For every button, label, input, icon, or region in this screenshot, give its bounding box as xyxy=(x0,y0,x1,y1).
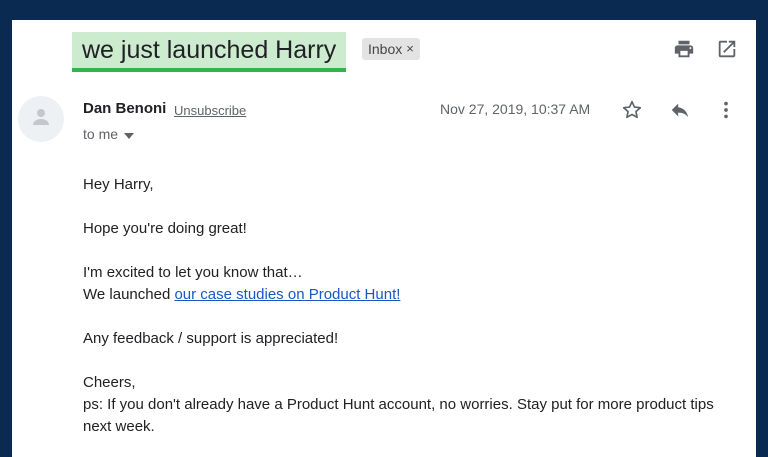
email-card: we just launched Harry Inbox × Dan Benon… xyxy=(12,20,756,457)
body-line-with-link: We launched our case studies on Product … xyxy=(83,284,743,306)
star-icon[interactable] xyxy=(620,98,644,122)
sender-avatar[interactable] xyxy=(18,96,64,142)
sender-name[interactable]: Dan Benoni xyxy=(83,100,166,117)
email-body: Hey Harry, Hope you're doing great! I'm … xyxy=(83,174,743,438)
signoff: Cheers, xyxy=(83,374,136,391)
body-text: We launched xyxy=(83,286,175,303)
email-date: Nov 27, 2019, 10:37 AM xyxy=(440,101,591,117)
reply-icon[interactable] xyxy=(668,98,692,122)
greeting: Hey Harry, xyxy=(83,176,154,193)
unsubscribe-link[interactable]: Unsubscribe xyxy=(174,103,246,118)
subject-row: we just launched Harry Inbox × xyxy=(12,20,756,72)
product-hunt-link[interactable]: our case studies on Product Hunt! xyxy=(174,286,400,303)
more-vertical-icon[interactable] xyxy=(714,98,738,122)
email-subject: we just launched Harry xyxy=(72,32,347,72)
body-line: I'm excited to let you know that… xyxy=(83,264,303,281)
chevron-down-icon xyxy=(124,126,135,142)
inbox-label-chip[interactable]: Inbox × xyxy=(362,38,420,60)
body-line: Any feedback / support is appreciated! xyxy=(83,330,339,347)
body-line: Hope you're doing great! xyxy=(83,220,247,237)
remove-label-button[interactable]: × xyxy=(406,38,414,60)
open-in-new-window-icon[interactable] xyxy=(715,37,739,61)
inbox-label-text: Inbox xyxy=(368,41,403,57)
person-icon xyxy=(29,105,53,134)
print-icon[interactable] xyxy=(672,37,696,61)
postscript: ps: If you don't already have a Product … xyxy=(83,396,714,435)
recipient-label: to me xyxy=(83,126,119,142)
recipient-details-toggle[interactable]: to me xyxy=(83,126,135,142)
